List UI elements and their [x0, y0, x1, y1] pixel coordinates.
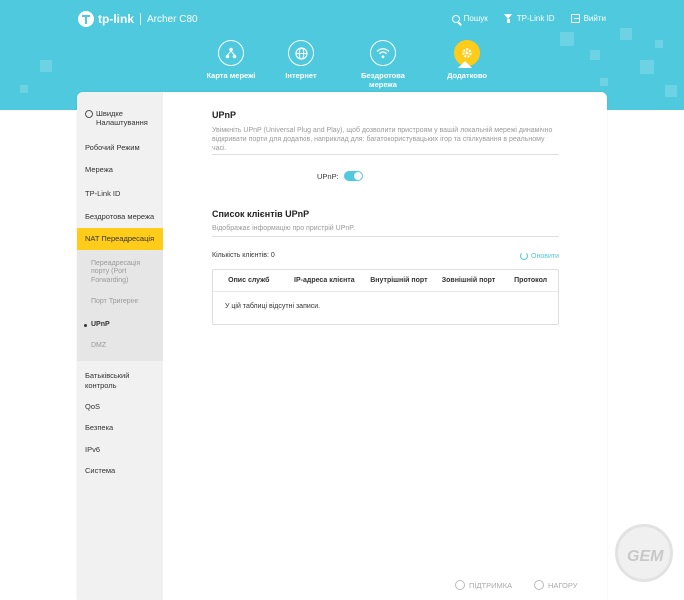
clients-description: Відображає інформацію про пристрій UPnP.	[212, 225, 355, 232]
upnp-clients-table: Опис служб IP-адреса клієнта Внутрішній …	[212, 269, 559, 325]
wifi-icon	[370, 40, 396, 66]
watermark-logo: GEM	[611, 522, 683, 582]
tplink-id-link[interactable]: TP-Link ID	[503, 14, 555, 23]
sidebar-subitem-dmz[interactable]: DMZ	[77, 336, 163, 355]
gear-icon	[85, 110, 93, 118]
sidebar-item-qos[interactable]: QoS	[77, 396, 163, 417]
column-header: Протокол	[514, 277, 548, 284]
sidebar-submenu: Переадресація порту (Port Forwarding) По…	[77, 249, 163, 362]
sidebar-item-nat-forwarding[interactable]: NAT Переадресація	[77, 228, 163, 250]
main-panel: Швидке Налаштування Робочий Режим Мережа…	[77, 92, 607, 600]
footer: ПІДТРИМКА НАГОРУ	[77, 572, 607, 600]
support-link[interactable]: ПІДТРИМКА	[455, 580, 512, 590]
tplink-logo-icon	[78, 11, 94, 27]
sidebar-item-operation-mode[interactable]: Робочий Режим	[77, 134, 163, 159]
sidebar-item-tplink-id[interactable]: TP-Link ID	[77, 182, 163, 205]
column-header: Внутрішній порт	[370, 277, 428, 284]
table-empty-message: У цій таблиці відсутні записи.	[225, 303, 321, 310]
sidebar-subitem-upnp[interactable]: UPnP	[77, 314, 163, 337]
logout-link[interactable]: Вийти	[570, 14, 606, 23]
nav-advanced[interactable]: Додатково	[427, 40, 507, 80]
brand-name: tp-link	[98, 12, 134, 26]
sidebar-item-parental-controls[interactable]: Батьківський контроль	[77, 361, 163, 396]
globe-icon	[288, 40, 314, 66]
sidebar-item-wireless[interactable]: Бездротова мережа	[77, 205, 163, 228]
sidebar-subitem-port-forwarding[interactable]: Переадресація порту (Port Forwarding)	[77, 256, 163, 292]
sidebar-item-system[interactable]: Система	[77, 460, 163, 481]
tplink-id-icon	[503, 14, 513, 23]
sidebar-item-ipv6[interactable]: IPv6	[77, 439, 163, 460]
search-link[interactable]: Пошук	[451, 14, 488, 23]
search-icon	[451, 14, 460, 23]
refresh-icon	[520, 252, 529, 260]
nav-network-map[interactable]: Карта мережі	[191, 40, 271, 80]
column-header: Зовнішній порт	[441, 277, 496, 284]
sidebar-item-security[interactable]: Безпека	[77, 417, 163, 438]
client-count: Кількість клієнтів: 0	[212, 252, 275, 259]
back-to-top-link[interactable]: НАГОРУ	[534, 580, 578, 590]
arrow-up-icon	[534, 580, 544, 590]
upnp-toggle[interactable]	[343, 171, 363, 181]
column-header: IP-адреса клієнта	[294, 277, 355, 284]
upnp-toggle-row: UPnP:	[317, 171, 363, 181]
column-header: Опис служб	[228, 277, 270, 284]
upnp-description: Увімкніть UPnP (Universal Plug and Play)…	[212, 127, 553, 153]
active-nav-pointer	[458, 61, 472, 68]
model-name: Archer C80	[147, 13, 198, 25]
sidebar-subitem-port-triggering[interactable]: Порт Тригерінг	[77, 292, 163, 314]
table-header: Опис служб IP-адреса клієнта Внутрішній …	[213, 270, 558, 292]
support-icon	[455, 580, 465, 590]
sidebar-item-network[interactable]: Мережа	[77, 159, 163, 181]
clients-title: Список клієнтів UPnP	[212, 209, 310, 219]
brand-logo[interactable]: tp-link Archer C80	[78, 11, 198, 27]
upnp-title: UPnP	[212, 110, 237, 120]
sidebar-item-quick-setup[interactable]: Швидке Налаштування	[77, 92, 163, 134]
nav-wireless[interactable]: Бездротова мережа	[343, 40, 423, 89]
nav-internet[interactable]: Інтернет	[261, 40, 341, 80]
network-map-icon	[218, 40, 244, 66]
refresh-button[interactable]: Оновити	[520, 252, 559, 260]
logout-icon	[570, 14, 580, 23]
sidebar: Швидке Налаштування Робочий Режим Мережа…	[77, 92, 163, 600]
